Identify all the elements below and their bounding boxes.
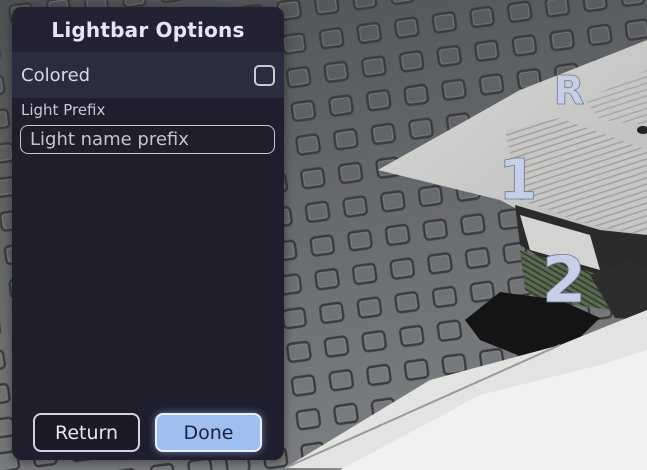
return-button[interactable]: Return	[33, 413, 140, 452]
colored-label: Colored	[21, 64, 91, 86]
light-prefix-label: Light Prefix	[21, 101, 106, 119]
colored-checkbox[interactable]	[254, 64, 275, 86]
done-button[interactable]: Done	[155, 413, 262, 452]
lightbar-options-panel: Lightbar Options Colored Light Prefix Re…	[12, 7, 284, 460]
panel-header: Lightbar Options	[12, 7, 284, 52]
light-prefix-input[interactable]	[20, 125, 275, 154]
colored-option-row[interactable]: Colored	[12, 52, 284, 98]
marker-1-label: 1	[499, 148, 538, 213]
screen: R 1 2 Lightbar Options Colored Light Pre…	[0, 0, 647, 470]
panel-title: Lightbar Options	[51, 17, 245, 42]
marker-2-label: 2	[542, 244, 587, 318]
marker-r-label: R	[554, 68, 585, 114]
